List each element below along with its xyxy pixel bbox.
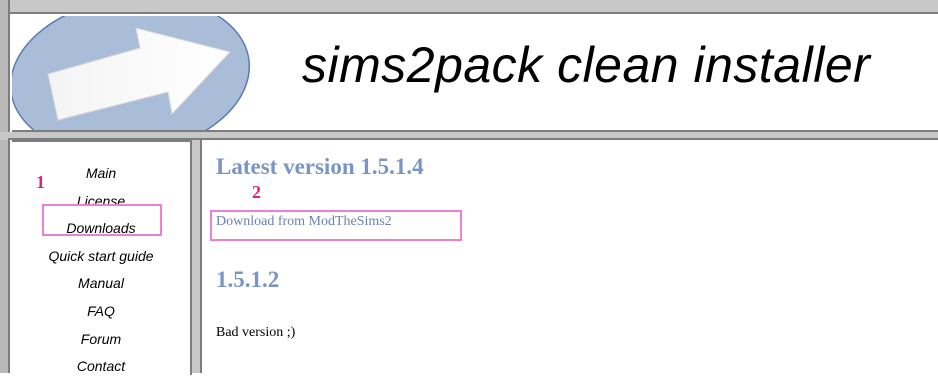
latest-version-heading: Latest version 1.5.1.4 xyxy=(216,154,424,179)
frame-border-left-shadow xyxy=(8,0,10,373)
frame-border-top xyxy=(0,0,938,12)
sidebar-item-label: FAQ xyxy=(87,302,115,319)
sidebar-item-faq[interactable]: FAQ xyxy=(12,298,190,326)
sidebar-item-label: Main xyxy=(85,165,117,181)
sidebar-item-label: Forum xyxy=(80,330,122,347)
site-header: sims2pack clean installer xyxy=(12,16,938,132)
annotation-marker-1: 1 xyxy=(36,172,45,192)
annotation-marker-2: 2 xyxy=(252,182,261,202)
old-version-heading: 1.5.1.2 xyxy=(216,267,280,292)
column-divider-shadow xyxy=(200,140,202,373)
annotation-box-downloads xyxy=(42,204,162,236)
sidebar-item-label: Quick start guide xyxy=(48,247,154,264)
sidebar-item-contact[interactable]: Contact xyxy=(12,353,190,381)
arrow-in-ellipse-icon xyxy=(12,16,251,130)
page-title: sims2pack clean installer xyxy=(302,37,871,93)
frame-border-left xyxy=(0,0,8,373)
frame-border-top-shadow xyxy=(8,12,938,14)
sidebar-item-quick-start-guide[interactable]: Quick start guide xyxy=(12,243,190,271)
main-content: Latest version 1.5.1.4 Download from Mod… xyxy=(204,142,938,373)
nav-list: Main License Downloads Quick start guide… xyxy=(12,160,190,381)
sidebar-item-forum[interactable]: Forum xyxy=(12,326,190,354)
sidebar-item-label: Contact xyxy=(76,358,126,375)
sidebar-item-manual[interactable]: Manual xyxy=(12,270,190,298)
old-version-note: Bad version ;) xyxy=(216,325,296,340)
annotation-box-download-link xyxy=(210,210,462,241)
sidebar-item-label: Manual xyxy=(78,275,124,292)
